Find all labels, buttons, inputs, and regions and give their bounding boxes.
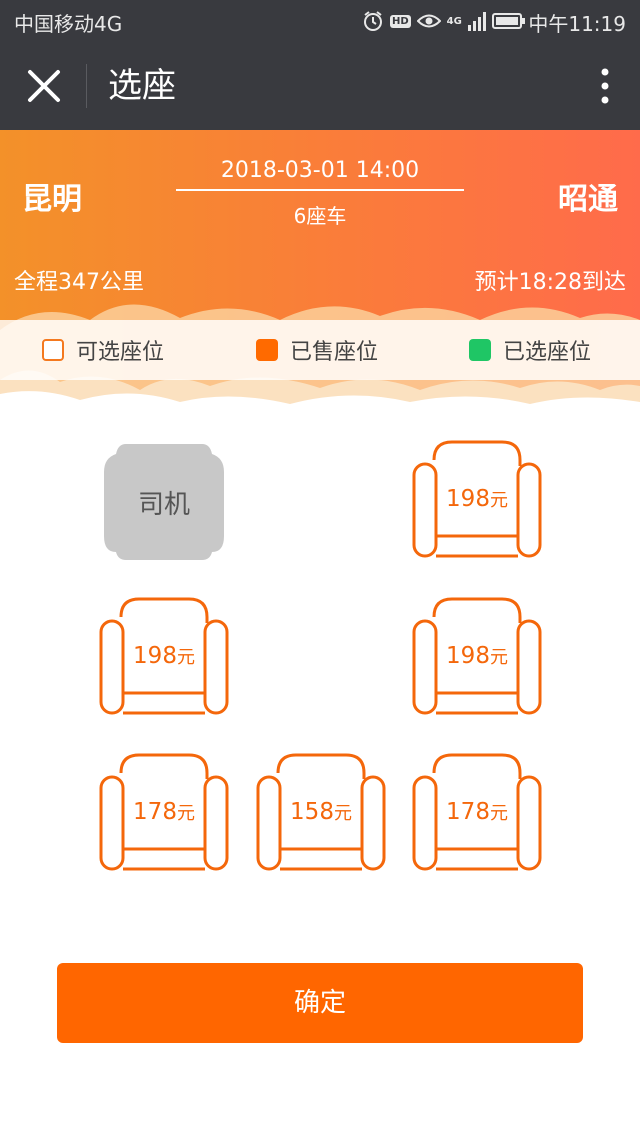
nav-divider bbox=[86, 64, 87, 108]
signal-icon bbox=[467, 12, 486, 31]
seat-5[interactable]: 158元 bbox=[256, 751, 386, 877]
departure-time: 2018-03-01 14:00 bbox=[220, 158, 420, 183]
carrier-label: 中国移动4G bbox=[14, 12, 123, 36]
arrival-city: 昭通 bbox=[558, 182, 618, 217]
legend-selected: 已选座位 bbox=[469, 334, 591, 366]
sold-swatch bbox=[256, 339, 278, 361]
seat-price: 178元 bbox=[133, 799, 195, 825]
driver-seat: 司机 bbox=[100, 440, 228, 564]
seat-3[interactable]: 198元 bbox=[412, 595, 542, 721]
seat-4[interactable]: 178元 bbox=[99, 751, 229, 877]
nav-bar: 选座 bbox=[0, 42, 640, 130]
hd-icon: HD bbox=[390, 14, 411, 28]
selected-swatch bbox=[469, 339, 491, 361]
seat-6[interactable]: 178元 bbox=[412, 751, 542, 877]
status-bar: 中国移动4G HD 4G 中午11:19 bbox=[0, 0, 640, 42]
route-line bbox=[176, 189, 464, 191]
clock: 中午11:19 bbox=[528, 12, 626, 36]
close-icon[interactable] bbox=[22, 64, 66, 108]
more-vertical-icon[interactable] bbox=[600, 68, 610, 104]
legend-label: 可选座位 bbox=[76, 340, 165, 365]
seat-legend: 可选座位 已售座位 已选座位 bbox=[0, 320, 640, 380]
eye-icon bbox=[416, 14, 441, 28]
legend-label: 已选座位 bbox=[503, 340, 592, 365]
seat-2[interactable]: 198元 bbox=[99, 595, 229, 721]
legend-available: 可选座位 bbox=[42, 334, 164, 366]
confirm-button[interactable]: 确定 bbox=[57, 963, 583, 1043]
page-title: 选座 bbox=[108, 66, 176, 106]
seat-price: 198元 bbox=[133, 643, 195, 669]
alarm-icon bbox=[364, 11, 382, 31]
seat-price: 158元 bbox=[290, 799, 352, 825]
legend-label: 已售座位 bbox=[290, 340, 379, 365]
departure-city: 昆明 bbox=[22, 182, 82, 217]
status-icons: HD 4G bbox=[362, 10, 526, 32]
available-swatch bbox=[42, 339, 64, 361]
legend-sold: 已售座位 bbox=[256, 334, 378, 366]
car-type: 6座车 bbox=[293, 204, 347, 228]
network-type: 4G bbox=[446, 15, 462, 27]
seat-price: 198元 bbox=[446, 643, 508, 669]
seat-1[interactable]: 198元 bbox=[412, 438, 542, 564]
driver-label: 司机 bbox=[137, 490, 190, 520]
battery-icon bbox=[491, 13, 525, 29]
seat-price: 198元 bbox=[446, 486, 508, 512]
seat-price: 178元 bbox=[446, 799, 508, 825]
